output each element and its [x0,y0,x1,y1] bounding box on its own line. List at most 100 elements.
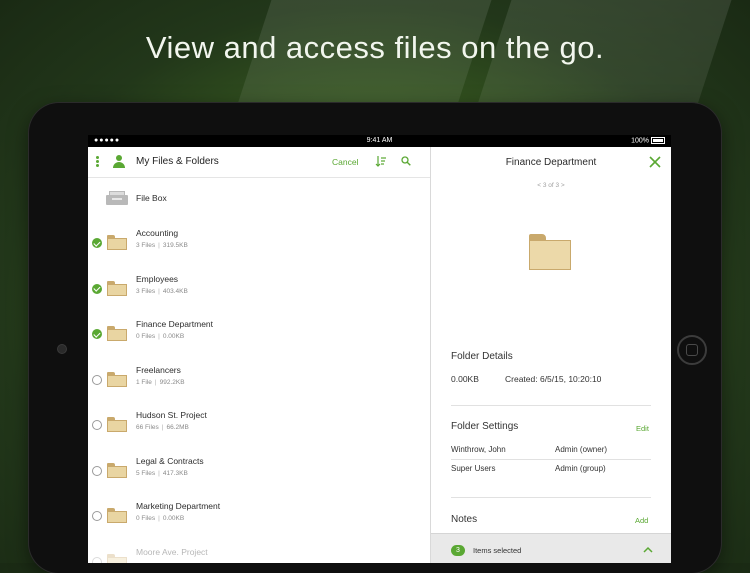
item-size: 0.00KB [162,333,185,340]
folder-detail-pane: Finance Department < 3 of 3 > Folder Det… [431,147,671,563]
item-meta: 3 Files | 403.4KB [136,288,188,295]
item-file-count: 0 Files [136,333,156,340]
separator: | [158,515,160,522]
notes-heading: Notes [451,514,478,525]
checkbox[interactable] [92,511,102,521]
separator: | [161,424,164,431]
item-meta: 0 Files | 0.00KB [136,333,184,340]
folder-settings-heading: Folder Settings [451,421,519,432]
status-bar: ●●●●● 9:41 AM 100% [88,135,671,147]
item-file-count: 3 Files [136,242,156,249]
battery-label: 100% [631,137,649,145]
separator: | [158,287,160,295]
folder-icon [529,234,571,270]
item-name: Legal & Contracts [136,455,204,466]
separator: | [158,469,160,477]
status-time: 9:41 AM [366,137,393,144]
edit-settings-button[interactable]: Edit [636,424,649,433]
folder-icon [107,553,127,563]
folder-icon [107,417,127,432]
list-item[interactable]: Marketing Department 0 Files | 0.00KB [88,500,430,545]
list-item[interactable]: Legal & Contracts 5 Files | 417.3KB [88,455,430,500]
add-note-button[interactable]: Add [635,516,648,525]
folder-icon [107,280,127,296]
files-list-pane: My Files & Folders Cancel File Box Accou… [88,147,431,563]
file-box-label: File Box [136,193,167,203]
separator: | [158,242,160,249]
checkmark-icon[interactable] [92,329,102,339]
item-file-count: 1 File [136,378,152,386]
chevron-up-icon[interactable] [643,546,653,553]
list-item[interactable]: Freelancers 1 File | 992.2KB [88,364,430,409]
list-item[interactable]: Accounting 3 Files | 319.5KB [88,227,430,272]
item-size: 403.4KB [162,287,188,295]
list-item[interactable]: Finance Department 0 Files | 0.00KB [88,318,430,363]
list-item[interactable]: Moore Ave. Project [88,546,430,563]
item-name: Accounting [136,228,179,238]
file-box-icon [106,191,128,205]
item-size: 417.3KB [162,469,188,477]
separator: | [158,333,160,340]
app-screen: ●●●●● 9:41 AM 100% My Files & Folders Ca… [88,135,671,563]
permission-user: Winthrow, John [451,445,506,454]
folder-icon [107,235,127,250]
detail-title: Finance Department [505,157,597,168]
search-icon[interactable] [401,156,411,166]
pager[interactable]: < 3 of 3 > [431,182,671,189]
user-icon[interactable] [113,155,125,168]
battery-icon [651,137,665,144]
item-size: 66.2MB [166,424,189,431]
marketing-headline: View and access files on the go. [145,30,605,65]
item-name: Moore Ave. Project [136,546,208,557]
selection-bar[interactable]: 3 Items selected [431,533,671,563]
divider [451,459,651,460]
list-item[interactable]: Employees 3 Files | 403.4KB [88,273,430,318]
item-size: 0.00KB [162,515,185,522]
kebab-menu-icon[interactable] [96,156,100,168]
item-file-count: 3 Files [136,287,156,295]
item-name: Finance Department [136,319,214,329]
camera-icon [57,344,67,354]
checkbox[interactable] [92,556,102,563]
checkbox[interactable] [92,420,102,430]
item-meta: 5 Files | 417.3KB [136,470,188,477]
item-size: 319.5KB [162,242,188,249]
sort-icon[interactable] [375,155,387,167]
divider [451,405,651,406]
checkbox[interactable] [92,465,102,476]
folder-icon [107,462,127,478]
item-meta: 1 File | 992.2KB [136,379,185,386]
permission-role: Admin (owner) [555,445,608,454]
folder-icon [107,326,127,341]
battery-indicator: 100% [631,137,665,144]
item-meta: 66 Files | 66.2MB [136,424,189,431]
item-name: Freelancers [136,364,181,375]
item-name: Employees [136,273,179,284]
divider [451,497,651,498]
permission-user: Super Users [451,464,496,473]
folder-created: Created: 6/5/15, 10:20:10 [505,374,602,384]
item-size: 992.2KB [159,378,185,386]
checkbox[interactable] [92,374,102,385]
folder-icon [107,371,127,387]
cancel-button[interactable]: Cancel [332,157,358,167]
folder-icon [107,508,127,523]
list-item[interactable]: Hudson St. Project 66 Files | 66.2MB [88,409,430,454]
item-file-count: 66 Files [136,424,159,431]
item-file-count: 0 Files [136,515,156,522]
item-name: Marketing Department [136,501,221,511]
home-button[interactable] [677,335,707,365]
selected-label: Items selected [473,546,522,555]
folder-size: 0.00KB [451,374,479,384]
close-icon[interactable] [648,155,662,169]
checkmark-icon[interactable] [92,238,102,248]
list-header: My Files & Folders Cancel [88,147,430,178]
item-file-count: 5 Files [136,469,156,477]
file-box-row[interactable]: File Box [88,183,430,228]
folder-details-heading: Folder Details [451,351,513,362]
item-meta: 3 Files | 319.5KB [136,242,188,249]
item-name: Hudson St. Project [136,410,207,420]
selected-count-badge: 3 [451,545,465,556]
list-title: My Files & Folders [136,156,219,167]
checkmark-icon[interactable] [92,283,102,294]
